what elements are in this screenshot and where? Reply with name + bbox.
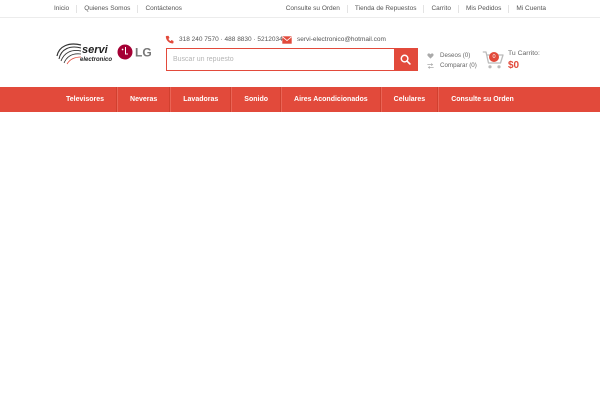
compare-icon — [427, 62, 434, 69]
compare-label: Comparar (0) — [440, 62, 477, 69]
top-link-mis-pedidos[interactable]: Mis Pedidos — [457, 5, 508, 13]
nav-item-lavadoras[interactable]: Lavadoras — [170, 87, 232, 112]
nav-item-sonido[interactable]: Sonido — [231, 87, 282, 112]
cart-total[interactable]: $0 — [508, 60, 519, 71]
email-text[interactable]: servi-electronico@hotmail.com — [297, 36, 386, 43]
heart-icon — [427, 52, 434, 59]
search-icon — [400, 54, 411, 65]
search-button[interactable] — [394, 49, 417, 70]
nav-item-aires-acondicionados[interactable]: Aires Acondicionados — [281, 87, 381, 112]
top-link-quienes-somos[interactable]: Quienes Somos — [76, 5, 137, 13]
phone-icon — [165, 35, 174, 44]
phone-text: 318 240 7570 · 488 8830 · 5212034 — [179, 36, 283, 43]
cart-label[interactable]: Tu Carrito: — [508, 50, 540, 57]
top-link-inicio[interactable]: Inicio — [54, 5, 76, 13]
contact-email: servi-electronico@hotmail.com — [282, 34, 386, 45]
compare-link[interactable]: Comparar (0) — [427, 61, 477, 70]
nav-item-consulte-orden[interactable]: Consulte su Orden — [438, 87, 526, 112]
cart-count-badge: 0 — [489, 52, 499, 62]
top-link-tienda-repuestos[interactable]: Tienda de Repuestos — [346, 5, 424, 13]
search-input[interactable] — [167, 49, 395, 70]
wishlist-label: Deseos (0) — [440, 52, 471, 59]
logo-sub-text: electronico — [80, 57, 112, 63]
nav-item-celulares[interactable]: Celulares — [380, 87, 439, 112]
wishlist-link[interactable]: Deseos (0) — [427, 51, 470, 60]
envelope-icon — [282, 35, 292, 44]
top-link-mi-cuenta[interactable]: Mi Cuenta — [508, 5, 546, 13]
site-logo[interactable]: servi electronico LG — [55, 40, 155, 66]
top-link-contactenos[interactable]: Contáctenos — [137, 5, 189, 13]
logo-partner-text: LG — [135, 46, 152, 60]
lg-logo-icon — [117, 44, 133, 60]
logo-swoosh-icon — [56, 43, 82, 65]
contact-phone: 318 240 7570 · 488 8830 · 5212034 — [165, 34, 283, 45]
top-bar: Inicio Quienes Somos Contáctenos Consult… — [0, 0, 600, 18]
nav-item-neveras[interactable]: Neveras — [117, 87, 171, 112]
nav-item-televisores[interactable]: Televisores — [54, 87, 118, 112]
main-nav: Televisores Neveras Lavadoras Sonido Air… — [54, 87, 526, 112]
top-link-carrito[interactable]: Carrito — [423, 5, 458, 13]
main-nav-bar: Televisores Neveras Lavadoras Sonido Air… — [0, 87, 600, 112]
top-links-left: Inicio Quienes Somos Contáctenos — [54, 0, 189, 18]
top-links-right: Consulte su Orden Tienda de Repuestos Ca… — [286, 0, 546, 18]
top-link-consulte-orden[interactable]: Consulte su Orden — [286, 5, 347, 13]
logo-brand-text: servi — [82, 44, 109, 56]
search-box — [166, 48, 418, 71]
